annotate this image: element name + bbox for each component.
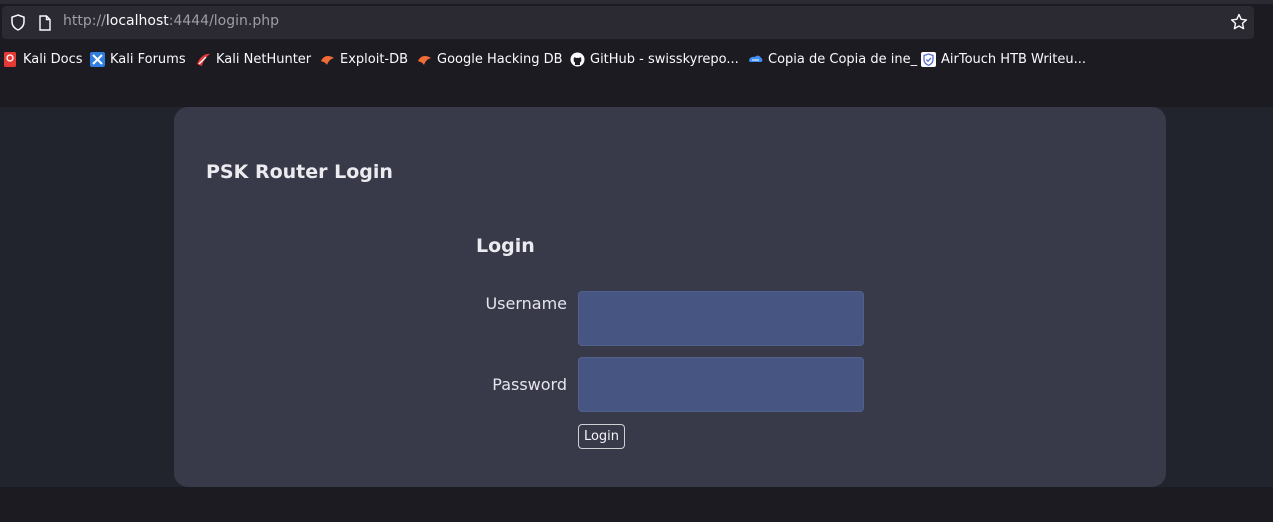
shield-check-icon (921, 51, 936, 67)
bookmark-copia-de-copia[interactable]: Copia de Copia de ine_ (748, 50, 917, 68)
url-host: localhost (105, 13, 169, 29)
bookmark-label: Kali NetHunter (216, 51, 312, 67)
url-scheme: http:// (63, 13, 106, 29)
bookmark-github-swisskyrepo[interactable]: GitHub - swisskyrepo... (570, 50, 739, 68)
window-top-strip (0, 0, 1273, 4)
url-path: :4444/login.php (168, 13, 279, 29)
bookmark-label: Kali Forums (110, 51, 186, 67)
bookmark-label: GitHub - swisskyrepo... (590, 51, 739, 67)
page-title: PSK Router Login (206, 161, 393, 183)
bookmark-airtouch-htb[interactable]: AirTouch HTB Writeu... (921, 50, 1086, 68)
bookmark-kali-nethunter[interactable]: Kali NetHunter (196, 50, 311, 68)
bookmark-google-hacking-db[interactable]: Google Hacking DB (417, 50, 563, 68)
password-input[interactable] (578, 357, 864, 412)
login-card: PSK Router Login Login Username Password… (174, 107, 1166, 487)
cloud-icon (749, 55, 763, 62)
google-hacking-db-icon (418, 55, 431, 65)
kali-docs-icon (4, 51, 16, 67)
bookmark-kali-forums[interactable]: Kali Forums (90, 50, 186, 68)
password-label: Password (492, 375, 567, 394)
github-icon (570, 52, 585, 66)
exploit-db-icon (321, 55, 334, 65)
address-bar[interactable]: http://localhost:4444/login.php (2, 6, 1254, 39)
bookmark-exploit-db[interactable]: Exploit-DB (320, 50, 408, 68)
shield-icon[interactable] (10, 14, 26, 31)
url-text[interactable]: http://localhost:4444/login.php (63, 13, 279, 29)
star-icon[interactable] (1230, 13, 1248, 31)
bookmark-label: Exploit-DB (340, 51, 409, 67)
bookmark-label: AirTouch HTB Writeu... (941, 51, 1087, 67)
bookmark-label: Google Hacking DB (437, 51, 563, 67)
kali-nethunter-icon (197, 53, 210, 66)
bookmark-label: Kali Docs (23, 51, 83, 67)
username-label: Username (485, 294, 567, 313)
form-title: Login (476, 235, 535, 257)
bookmarks-toolbar: Kali Docs Kali Forums Kali NetHunter Exp… (0, 46, 1273, 72)
kali-forums-icon (90, 51, 105, 67)
bookmark-label: Copia de Copia de ine_ (768, 51, 918, 67)
login-button[interactable]: Login (578, 424, 625, 449)
bookmark-kali-docs[interactable]: Kali Docs (3, 50, 83, 68)
username-input[interactable] (578, 291, 864, 346)
page-icon (39, 15, 51, 31)
